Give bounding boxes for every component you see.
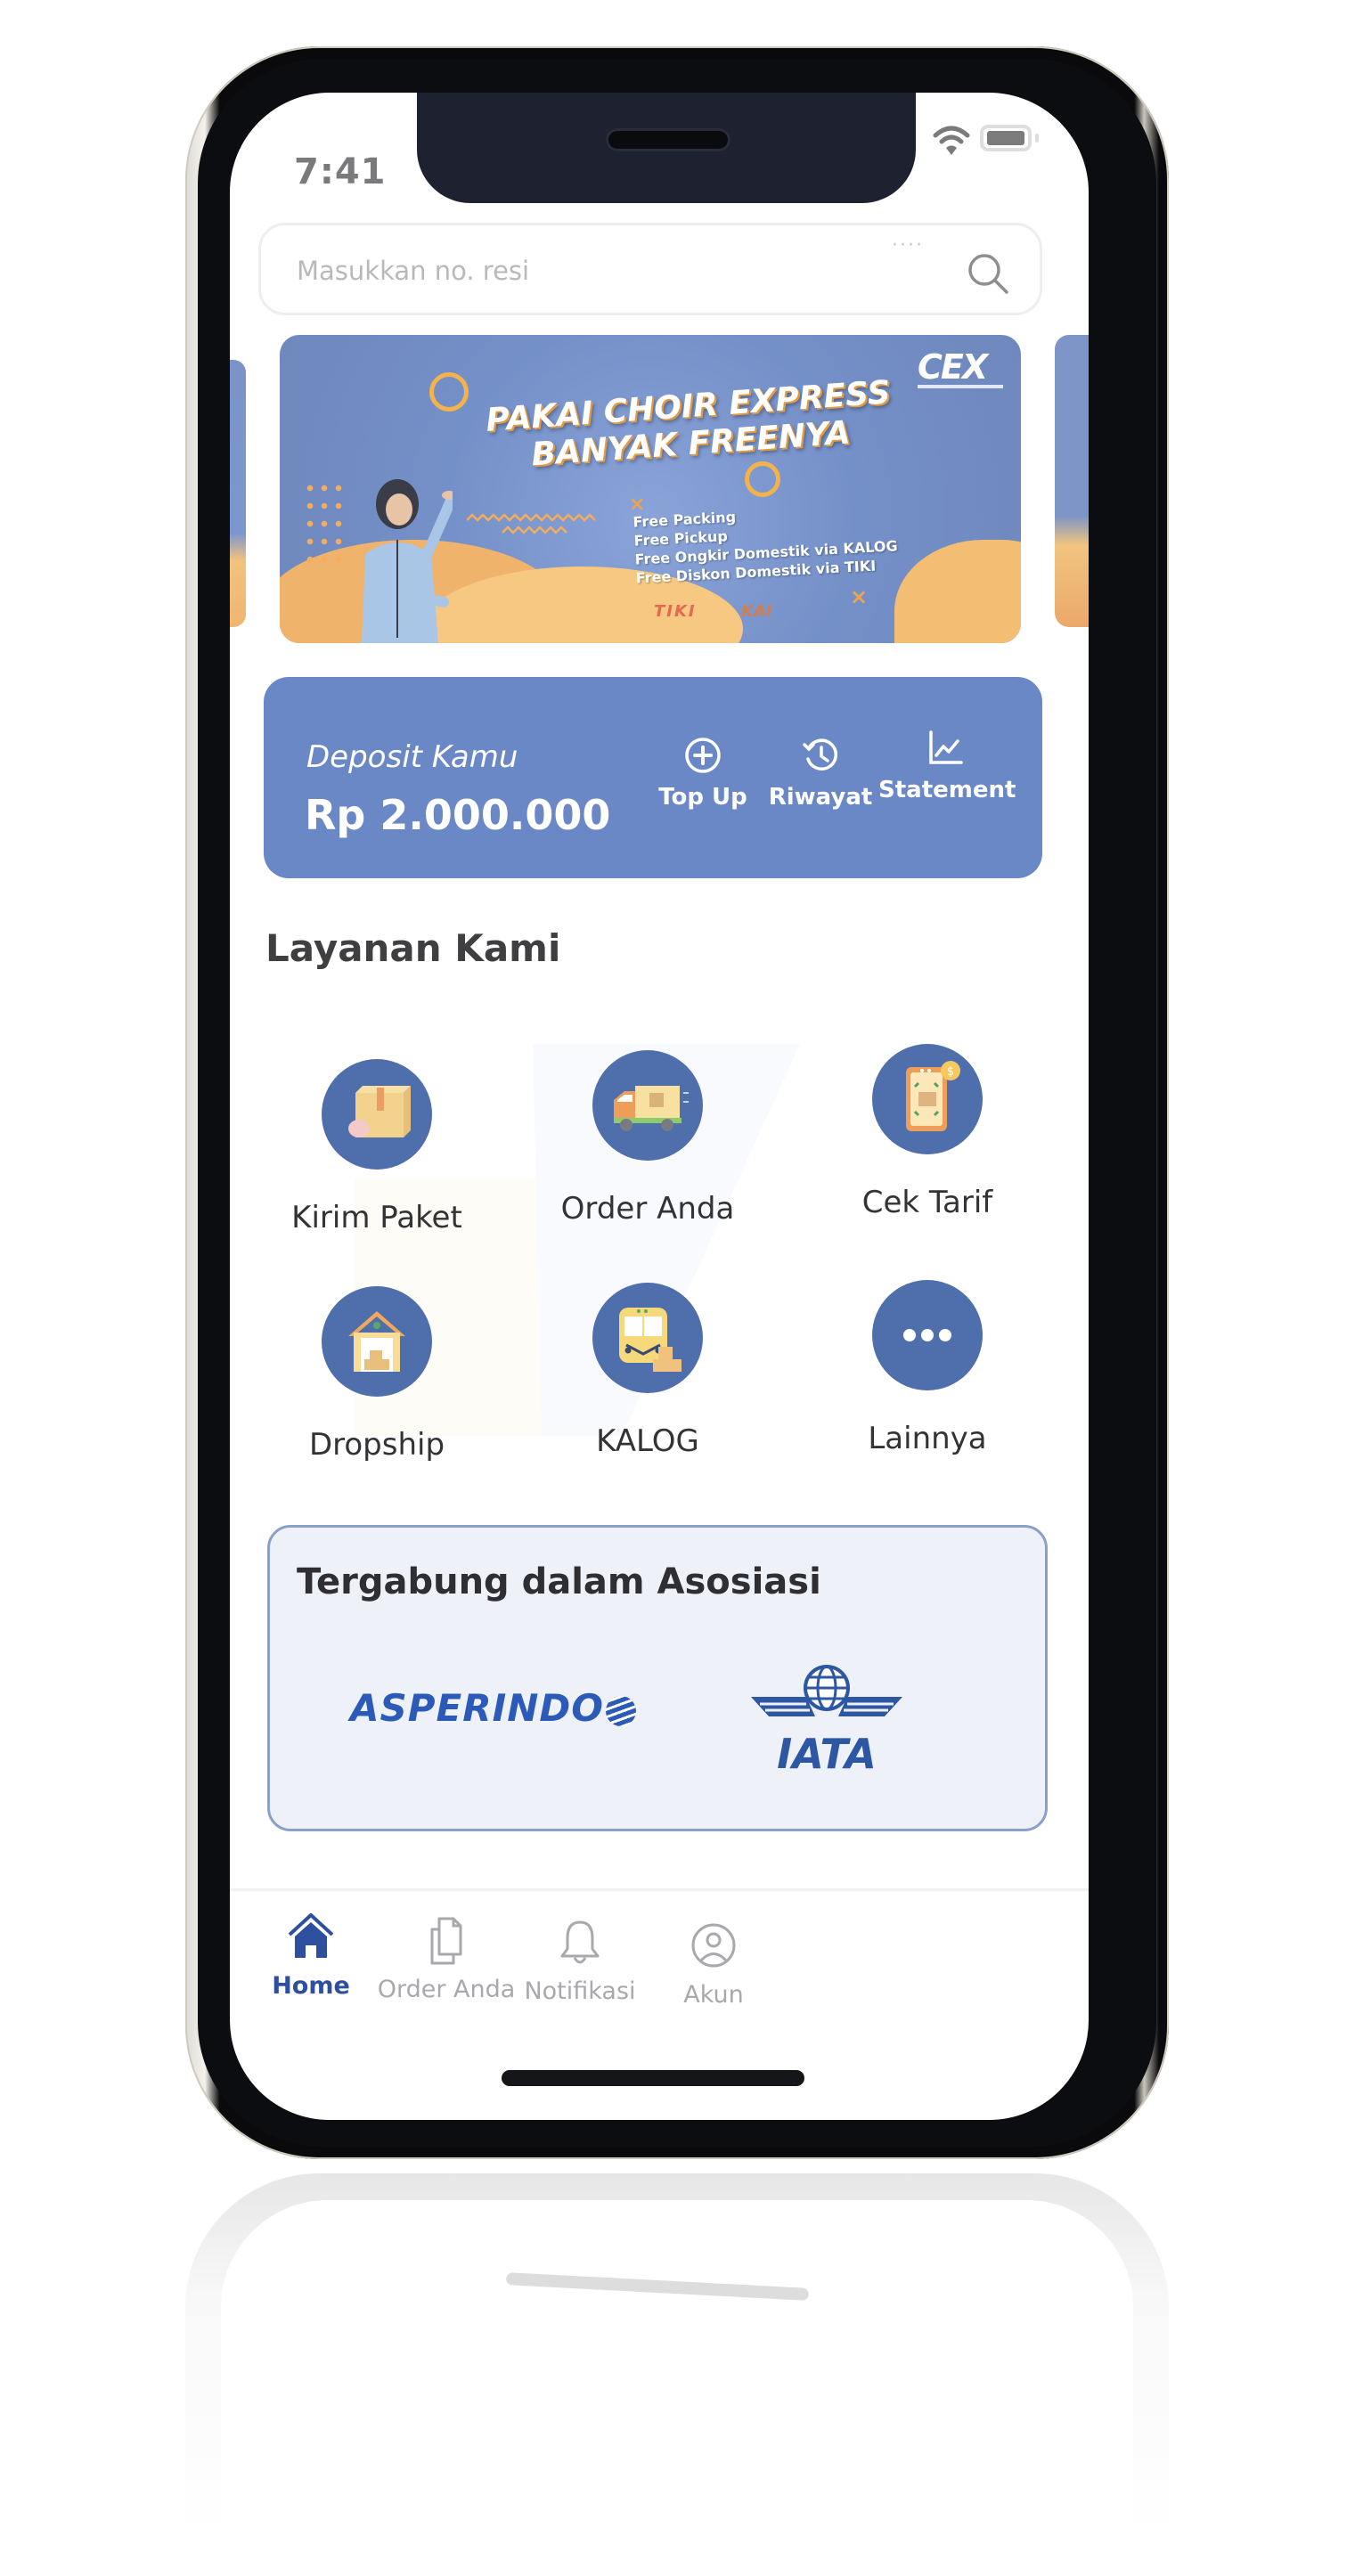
resi-search-input[interactable] (295, 250, 922, 291)
phone-screen: 7:41 ···· (230, 93, 1089, 2120)
iata-logo: IATA (751, 1665, 902, 1777)
status-time: 7:41 (294, 151, 387, 192)
top-up-button[interactable]: Top Up (636, 736, 770, 811)
nav-tab-akun[interactable]: Akun (629, 1919, 798, 2009)
more-icon (903, 1329, 951, 1341)
service-label: Order Anda (560, 1191, 735, 1227)
service-label: Cek Tarif (861, 1185, 993, 1220)
battery-icon (980, 125, 1032, 151)
banner-person-illustration (362, 479, 453, 643)
service-icon-circle (592, 1050, 703, 1161)
service-label: KALOG (596, 1423, 699, 1459)
banner-decor-ring (745, 461, 780, 497)
search-icon[interactable] (965, 250, 1011, 297)
battery-level (987, 131, 1024, 145)
phone-reflection (185, 2173, 1169, 2576)
iata-logo-text: IATA (777, 1730, 877, 1777)
notch (417, 93, 916, 203)
promo-banner[interactable]: PAKAI CHOIR EXPRESS BANYAK FREENYA × × F… (280, 335, 1021, 643)
truck-icon (614, 1086, 689, 1131)
banner-feature-list: Free Packing Free Pickup Free Ongkir Dom… (633, 499, 899, 587)
deposit-label: Deposit Kamu (306, 739, 518, 775)
train-icon (619, 1308, 682, 1372)
plus-circle-icon (685, 738, 721, 773)
package-icon (348, 1086, 411, 1137)
carousel-prev-banner[interactable] (230, 360, 246, 627)
asperindo-logo-text: ASPERINDO (350, 1686, 604, 1730)
service-label: Dropship (308, 1427, 445, 1463)
cex-logo: CEX (918, 347, 988, 387)
documents-icon (430, 1917, 462, 1965)
home-icon (288, 1913, 334, 1958)
carousel-next-banner[interactable] (1055, 335, 1089, 627)
asperindo-globe-icon (605, 1695, 636, 1726)
service-order-anda[interactable]: Order Anda (545, 1050, 750, 1227)
service-kalog[interactable]: KALOG (545, 1283, 750, 1459)
history-icon (803, 738, 838, 770)
kai-logo: KAI (740, 602, 772, 621)
user-circle-icon (691, 1923, 736, 1968)
warehouse-icon (348, 1311, 405, 1372)
cex-logo-tagline (918, 385, 1003, 388)
service-dropship[interactable]: Dropship (274, 1286, 479, 1463)
battery-cap (1035, 134, 1039, 143)
banner-decor-hill (894, 540, 1021, 643)
service-cek-tarif[interactable]: $ Cek Tarif (825, 1044, 1030, 1220)
tiki-logo: TIKI (654, 602, 697, 621)
service-kirim-paket[interactable]: Kirim Paket (274, 1059, 479, 1235)
svg-text:$: $ (947, 1065, 954, 1079)
phone-tariff-icon: $ (906, 1061, 960, 1131)
phone-reflection-screen (221, 2200, 1133, 2574)
chart-line-icon (929, 730, 963, 764)
riwayat-label: Riwayat (768, 784, 873, 811)
bottom-nav-divider (230, 1888, 1089, 1891)
home-indicator[interactable] (502, 2070, 804, 2086)
top-up-label: Top Up (658, 784, 747, 811)
deposit-card: Deposit Kamu Rp 2.000.000 Top Up Riwayat (264, 677, 1042, 878)
bell-icon (560, 1920, 600, 1964)
deposit-balance: Rp 2.000.000 (305, 791, 611, 839)
service-label: Lainnya (868, 1421, 987, 1456)
association-heading: Tergabung dalam Asosiasi (297, 1561, 821, 1602)
statement-label: Statement (878, 777, 1016, 803)
banner-headline: PAKAI CHOIR EXPRESS BANYAK FREENYA (456, 372, 924, 479)
asperindo-logo: ASPERINDO (350, 1686, 636, 1730)
services-heading: Layanan Kami (265, 926, 561, 970)
speaker-grille (606, 128, 730, 151)
service-icon-circle: $ (872, 1044, 983, 1154)
service-icon-circle (872, 1280, 983, 1390)
service-lainnya[interactable]: Lainnya (825, 1280, 1030, 1456)
service-icon-circle (592, 1283, 703, 1393)
service-icon-circle (322, 1286, 432, 1397)
association-card: Tergabung dalam Asosiasi ASPERINDO IATA (267, 1525, 1048, 1831)
banner-decor-x: × (850, 584, 869, 609)
wifi-icon (933, 126, 970, 155)
banner-decor-dots (303, 479, 346, 568)
statement-button[interactable]: Statement (878, 729, 1016, 803)
banner-decor-zigzag (467, 513, 596, 534)
nav-label: Akun (683, 1981, 744, 2009)
service-icon-circle (322, 1059, 432, 1170)
cex-logo-text: CEX (918, 347, 988, 387)
banner-partner-logos: TIKI KAI (654, 602, 771, 621)
search-decoration: ···· (892, 234, 924, 257)
search-box[interactable]: ···· (258, 223, 1042, 315)
riwayat-button[interactable]: Riwayat (754, 736, 887, 811)
service-label: Kirim Paket (291, 1200, 462, 1235)
